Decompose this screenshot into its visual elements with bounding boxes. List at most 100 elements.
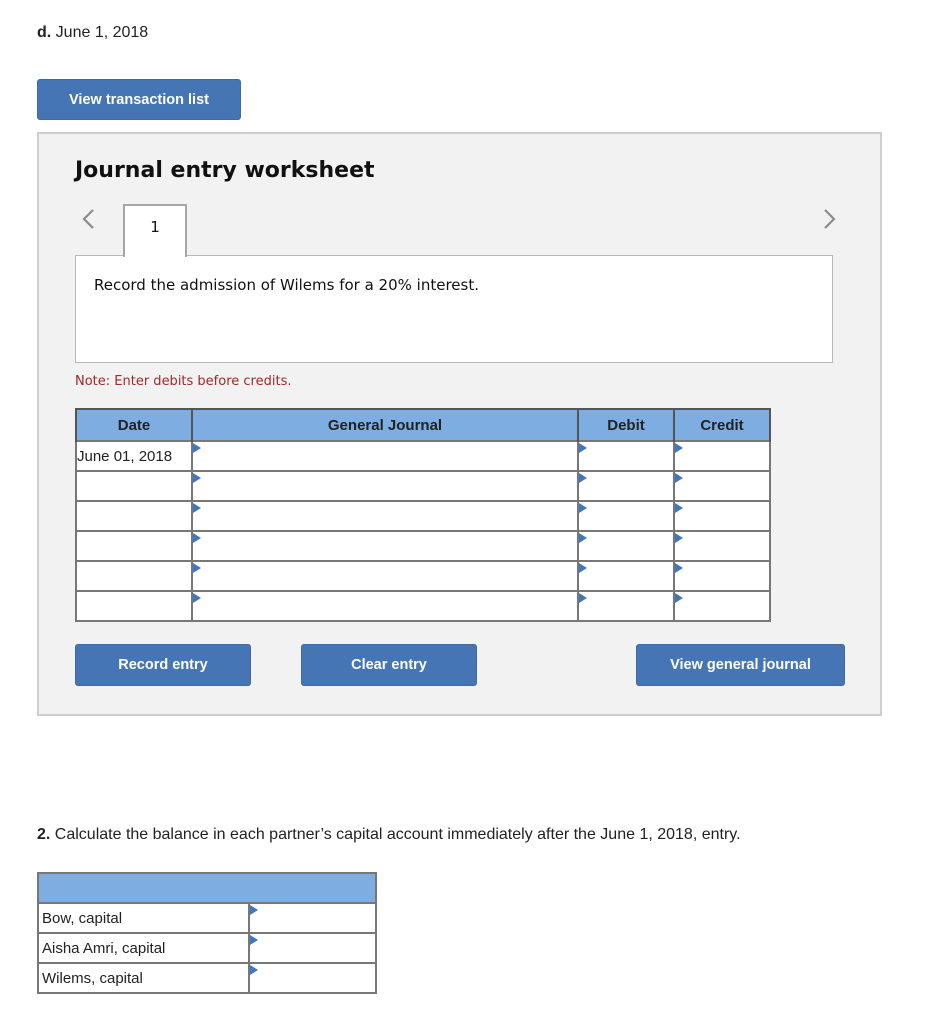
dropdown-marker-icon	[250, 935, 258, 945]
date-cell[interactable]: June 01, 2018	[75, 440, 193, 472]
balance-cell[interactable]	[248, 962, 377, 994]
balance-input[interactable]	[250, 964, 375, 992]
capital-row: Wilems, capital	[37, 962, 377, 994]
capital-header-row	[37, 872, 377, 904]
debit-input[interactable]	[579, 592, 673, 620]
question-number: 2.	[37, 826, 51, 843]
dropdown-marker-icon	[675, 533, 683, 543]
record-entry-button[interactable]: Record entry	[75, 644, 251, 686]
part-letter: d.	[37, 24, 52, 41]
dropdown-marker-icon	[250, 905, 258, 915]
clear-entry-button[interactable]: Clear entry	[301, 644, 477, 686]
column-header-debit: Debit	[577, 408, 675, 442]
date-cell[interactable]	[75, 470, 193, 502]
credit-input[interactable]	[675, 592, 769, 620]
chevron-right-icon[interactable]	[819, 206, 839, 232]
partner-label: Aisha Amri, capital	[37, 932, 250, 964]
dropdown-marker-icon	[193, 473, 201, 483]
balance-input[interactable]	[250, 934, 375, 962]
column-header-general-journal: General Journal	[191, 408, 579, 442]
dropdown-marker-icon	[579, 443, 587, 453]
chevron-left-icon[interactable]	[79, 206, 99, 232]
dropdown-marker-icon	[579, 473, 587, 483]
account-input[interactable]	[193, 472, 577, 500]
dropdown-marker-icon	[675, 563, 683, 573]
debit-input[interactable]	[579, 472, 673, 500]
balance-cell[interactable]	[248, 902, 377, 934]
debit-input[interactable]	[579, 442, 673, 470]
journal-row	[75, 470, 771, 502]
view-transaction-list-button[interactable]: View transaction list	[37, 79, 241, 120]
credit-cell[interactable]	[673, 500, 771, 532]
dropdown-marker-icon	[675, 443, 683, 453]
tab-entry-1[interactable]: 1	[123, 204, 187, 257]
balance-cell[interactable]	[248, 932, 377, 964]
credit-input[interactable]	[675, 562, 769, 590]
credit-input[interactable]	[675, 442, 769, 470]
credit-input[interactable]	[675, 502, 769, 530]
debit-cell[interactable]	[577, 440, 675, 472]
account-cell[interactable]	[191, 590, 579, 622]
capital-header	[37, 872, 377, 904]
dropdown-marker-icon	[193, 443, 201, 453]
account-input[interactable]	[193, 532, 577, 560]
question-2: 2. Calculate the balance in each partner…	[37, 826, 741, 844]
dropdown-marker-icon	[193, 563, 201, 573]
dropdown-marker-icon	[675, 473, 683, 483]
date-cell[interactable]	[75, 530, 193, 562]
account-input[interactable]	[193, 562, 577, 590]
dropdown-marker-icon	[579, 593, 587, 603]
date-cell[interactable]	[75, 500, 193, 532]
dropdown-marker-icon	[193, 503, 201, 513]
journal-row	[75, 500, 771, 532]
dropdown-marker-icon	[250, 965, 258, 975]
part-label: d. June 1, 2018	[37, 24, 148, 42]
account-cell[interactable]	[191, 530, 579, 562]
debit-cell[interactable]	[577, 500, 675, 532]
instruction-box: Record the admission of Wilems for a 20%…	[75, 255, 833, 363]
account-input[interactable]	[193, 502, 577, 530]
debit-cell[interactable]	[577, 560, 675, 592]
dropdown-marker-icon	[193, 593, 201, 603]
credit-input[interactable]	[675, 532, 769, 560]
account-cell[interactable]	[191, 470, 579, 502]
note-text: Note: Enter debits before credits.	[75, 374, 292, 389]
question-text: Calculate the balance in each partner’s …	[54, 826, 741, 843]
journal-row	[75, 530, 771, 562]
debit-input[interactable]	[579, 562, 673, 590]
capital-row: Aisha Amri, capital	[37, 932, 377, 964]
credit-cell[interactable]	[673, 590, 771, 622]
date-cell[interactable]	[75, 560, 193, 592]
account-cell[interactable]	[191, 440, 579, 472]
credit-cell[interactable]	[673, 440, 771, 472]
debit-input[interactable]	[579, 532, 673, 560]
journal-table: Date General Journal Debit Credit June 0…	[75, 408, 771, 622]
debit-input[interactable]	[579, 502, 673, 530]
credit-cell[interactable]	[673, 530, 771, 562]
credit-input[interactable]	[675, 472, 769, 500]
capital-balance-table: Bow, capital Aisha Amri, capital Wilems, c…	[37, 872, 377, 994]
account-cell[interactable]	[191, 500, 579, 532]
dropdown-marker-icon	[675, 593, 683, 603]
journal-row	[75, 560, 771, 592]
credit-cell[interactable]	[673, 470, 771, 502]
debit-cell[interactable]	[577, 470, 675, 502]
column-header-date: Date	[75, 408, 193, 442]
dropdown-marker-icon	[675, 503, 683, 513]
date-cell[interactable]	[75, 590, 193, 622]
view-general-journal-button[interactable]: View general journal	[636, 644, 845, 686]
account-input[interactable]	[193, 442, 577, 470]
dropdown-marker-icon	[579, 533, 587, 543]
account-cell[interactable]	[191, 560, 579, 592]
column-header-credit: Credit	[673, 408, 771, 442]
debit-cell[interactable]	[577, 590, 675, 622]
account-input[interactable]	[193, 592, 577, 620]
part-date: June 1, 2018	[55, 24, 149, 41]
journal-row	[75, 590, 771, 622]
balance-input[interactable]	[250, 904, 375, 932]
partner-label: Bow, capital	[37, 902, 250, 934]
capital-row: Bow, capital	[37, 902, 377, 934]
credit-cell[interactable]	[673, 560, 771, 592]
dropdown-marker-icon	[579, 503, 587, 513]
debit-cell[interactable]	[577, 530, 675, 562]
